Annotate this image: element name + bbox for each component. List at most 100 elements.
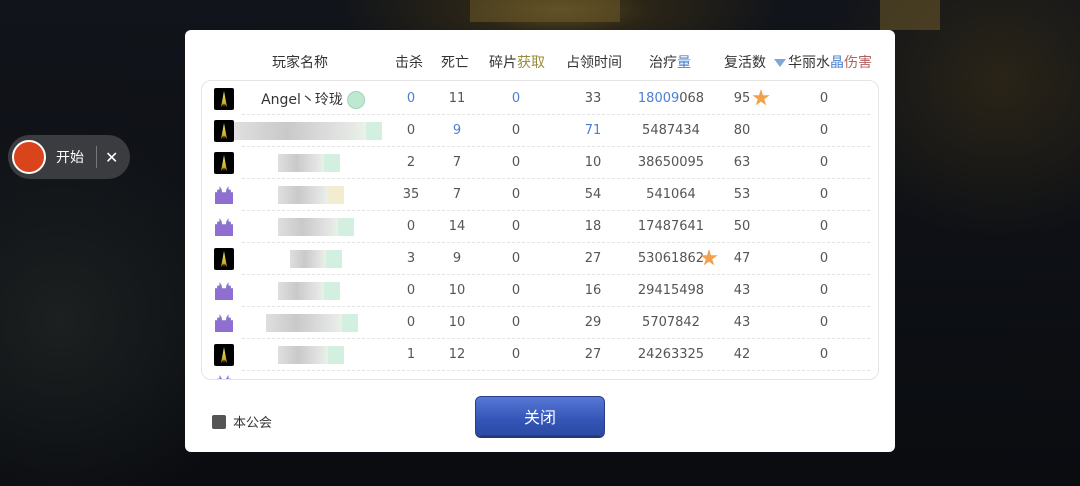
blade-class-icon bbox=[214, 120, 234, 142]
blurred-player-name bbox=[278, 154, 340, 172]
cell-healing: 5487434 bbox=[642, 123, 700, 138]
cell-healing: 29415498 bbox=[637, 283, 705, 298]
cell-kills: 1 bbox=[406, 347, 416, 362]
cell-fragments: 0 bbox=[511, 155, 521, 170]
header-deaths: 死亡 bbox=[441, 55, 469, 71]
cell-fragments: 0 bbox=[511, 315, 521, 330]
cell-kills: 0 bbox=[406, 91, 416, 106]
cell-fragments: 0 bbox=[511, 91, 521, 106]
header-healing-text: 治疗 bbox=[649, 55, 677, 71]
cell-kills: 0 bbox=[406, 283, 416, 298]
blurred-player-name bbox=[278, 186, 344, 204]
record-button-icon[interactable] bbox=[12, 140, 46, 174]
cell-healing: 18009068 bbox=[638, 91, 704, 106]
battle-stats-panel: 玩家名称 击杀 死亡 碎片获取 占领时间 治疗量 复活数 华丽水晶伤害 Ange… bbox=[185, 30, 895, 452]
row-divider bbox=[242, 370, 870, 371]
cell-deaths: 10 bbox=[448, 283, 466, 298]
cell-crystal: 0 bbox=[819, 251, 829, 266]
cell-healing-highlight: 18009 bbox=[637, 91, 680, 106]
blurred-player-name bbox=[266, 314, 358, 332]
cell-deaths: 12 bbox=[448, 347, 466, 362]
header-kills: 击杀 bbox=[395, 55, 423, 71]
cell-healing: 5707842 bbox=[642, 315, 700, 330]
cell-healing: 17487641 bbox=[637, 219, 705, 234]
cell-occupy: 27 bbox=[584, 251, 602, 266]
cell-crystal: 0 bbox=[819, 187, 829, 202]
header-fragments-text: 碎片 bbox=[489, 55, 517, 71]
cell-revives: 50 bbox=[733, 219, 751, 234]
cell-occupy: 29 bbox=[584, 315, 602, 330]
table-row[interactable]: 3 9 0 27 53061862 47 0 bbox=[202, 243, 878, 275]
table-row[interactable]: 35 7 0 54 541064 53 0 bbox=[202, 179, 878, 211]
castle-class-icon bbox=[214, 373, 234, 379]
record-start-label[interactable]: 开始 bbox=[56, 147, 84, 167]
cell-kills: 35 bbox=[402, 187, 420, 202]
background-gold-ornament bbox=[470, 0, 620, 22]
header-healing: 治疗量 bbox=[649, 52, 691, 72]
crystal-gem-icon bbox=[774, 59, 786, 67]
cell-kills: 2 bbox=[406, 155, 416, 170]
guild-filter-label: 本公会 bbox=[233, 416, 273, 431]
cell-fragments: 0 bbox=[511, 347, 521, 362]
blurred-player-name bbox=[290, 250, 342, 268]
cell-occupy: 16 bbox=[584, 283, 602, 298]
player-stats-table[interactable]: Angel丶玲珑 0 11 0 33 18009068 95 0 0 9 0 71 5487434 80 0… bbox=[201, 80, 879, 380]
cell-occupy: 54 bbox=[584, 187, 602, 202]
header-fragments-highlight: 获取 bbox=[517, 55, 545, 71]
cell-crystal: 0 bbox=[819, 219, 829, 234]
cell-deaths: 9 bbox=[452, 251, 462, 266]
header-crystal-damage: 华丽水晶伤害 bbox=[774, 52, 872, 72]
header-player-name: 玩家名称 bbox=[272, 55, 328, 71]
cell-fragments: 0 bbox=[511, 283, 521, 298]
cell-healing: 53061862 bbox=[637, 251, 705, 266]
cell-kills: 3 bbox=[406, 251, 416, 266]
table-row[interactable]: 0 9 0 71 5487434 80 0 bbox=[202, 115, 878, 147]
cell-healing: 24263325 bbox=[637, 347, 705, 362]
player-name: Angel丶玲珑 bbox=[261, 89, 365, 109]
cell-revives: 43 bbox=[733, 283, 751, 298]
cell-deaths: 14 bbox=[448, 219, 466, 234]
cell-fragments: 0 bbox=[511, 123, 521, 138]
table-row[interactable]: 0 10 0 29 5707842 43 0 bbox=[202, 307, 878, 339]
blurred-player-name bbox=[234, 122, 382, 140]
cell-fragments: 0 bbox=[511, 187, 521, 202]
table-row[interactable]: 0 10 0 16 29415498 43 0 bbox=[202, 275, 878, 307]
table-row[interactable]: 1 12 0 27 24263325 42 0 bbox=[202, 339, 878, 371]
close-button[interactable]: 关闭 bbox=[475, 396, 605, 436]
blurred-player-name bbox=[278, 282, 340, 300]
cell-fragments: 0 bbox=[511, 251, 521, 266]
blade-class-icon bbox=[214, 152, 234, 174]
blurred-player-name bbox=[278, 218, 354, 236]
cell-healing: 541064 bbox=[646, 187, 696, 202]
cell-revives: 80 bbox=[733, 123, 751, 138]
header-crystal-damage-text: 伤害 bbox=[844, 55, 872, 71]
table-row[interactable]: 2 7 0 10 38650095 63 0 bbox=[202, 147, 878, 179]
cell-revives: 47 bbox=[733, 251, 751, 266]
cell-revives: 95 bbox=[733, 91, 751, 106]
blade-class-icon bbox=[214, 344, 234, 366]
cell-deaths: 9 bbox=[452, 123, 462, 138]
recorder-close-icon[interactable]: ✕ bbox=[105, 148, 118, 167]
cell-crystal: 0 bbox=[819, 155, 829, 170]
cell-revives: 42 bbox=[733, 347, 751, 362]
cell-deaths: 7 bbox=[452, 155, 462, 170]
table-row[interactable]: Angel丶玲珑 0 11 0 33 18009068 95 0 bbox=[202, 83, 878, 115]
cell-fragments: 0 bbox=[511, 219, 521, 234]
blurred-player-name bbox=[278, 346, 344, 364]
screen-recorder-widget: 开始 ✕ bbox=[8, 135, 130, 179]
cell-occupy: 27 bbox=[584, 347, 602, 362]
cell-occupy: 18 bbox=[584, 219, 602, 234]
header-healing-highlight: 量 bbox=[677, 55, 691, 71]
guild-filter-checkbox[interactable] bbox=[212, 414, 226, 429]
mvp-star-icon bbox=[752, 89, 770, 106]
header-fragments: 碎片获取 bbox=[489, 52, 545, 72]
guild-filter[interactable]: 本公会 bbox=[212, 412, 272, 431]
table-row[interactable]: 0 14 0 18 17487641 50 0 bbox=[202, 211, 878, 243]
cell-occupy: 71 bbox=[584, 123, 602, 138]
cell-occupy: 33 bbox=[584, 91, 602, 106]
guild-badge-icon bbox=[346, 91, 365, 109]
castle-class-icon bbox=[214, 184, 234, 206]
cell-crystal: 0 bbox=[819, 315, 829, 330]
header-revives: 复活数 bbox=[724, 55, 766, 71]
cell-revives: 53 bbox=[733, 187, 751, 202]
